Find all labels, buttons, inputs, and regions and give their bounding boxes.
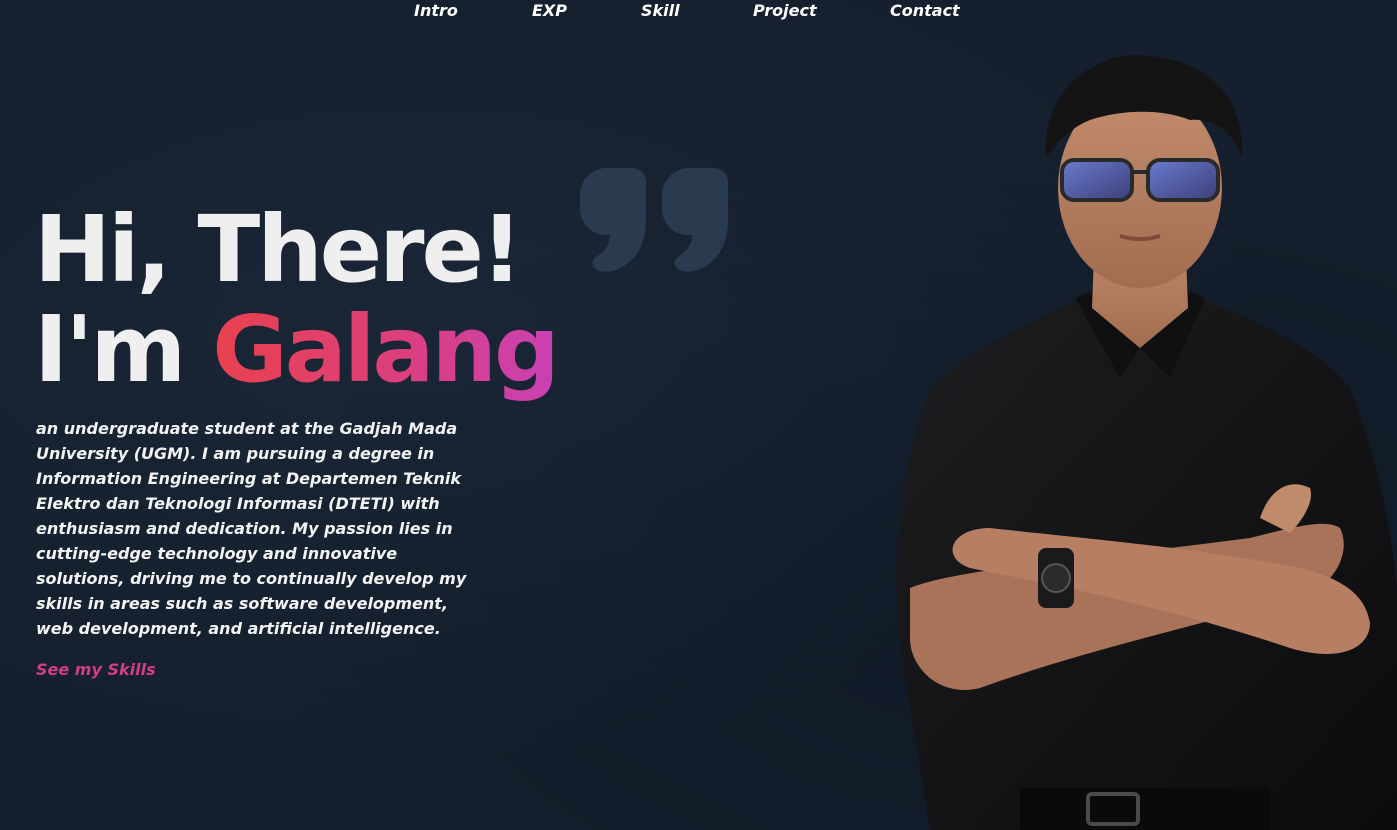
hero-name: Galang (212, 296, 560, 403)
hero-intro-line: I'm Galang (34, 300, 560, 400)
closing-quote-icon (580, 168, 728, 272)
nav-item-project[interactable]: Project (753, 1, 817, 20)
hero-im: I'm (34, 296, 186, 403)
hero-bio: an undergraduate student at the Gadjah M… (36, 419, 467, 638)
hero-greeting: Hi, There! (34, 196, 523, 303)
nav-item-skill[interactable]: Skill (641, 1, 680, 20)
portrait-photo (896, 54, 1397, 830)
nav-item-contact[interactable]: Contact (890, 1, 960, 20)
hero-headline: Hi, There! I'm Galang (34, 196, 560, 400)
nav-item-exp[interactable]: EXP (532, 1, 567, 20)
nav-item-intro[interactable]: Intro (414, 1, 458, 20)
top-nav: Intro EXP Skill Project Contact (0, 0, 1397, 26)
see-skills-link[interactable]: See my Skills (36, 660, 156, 679)
